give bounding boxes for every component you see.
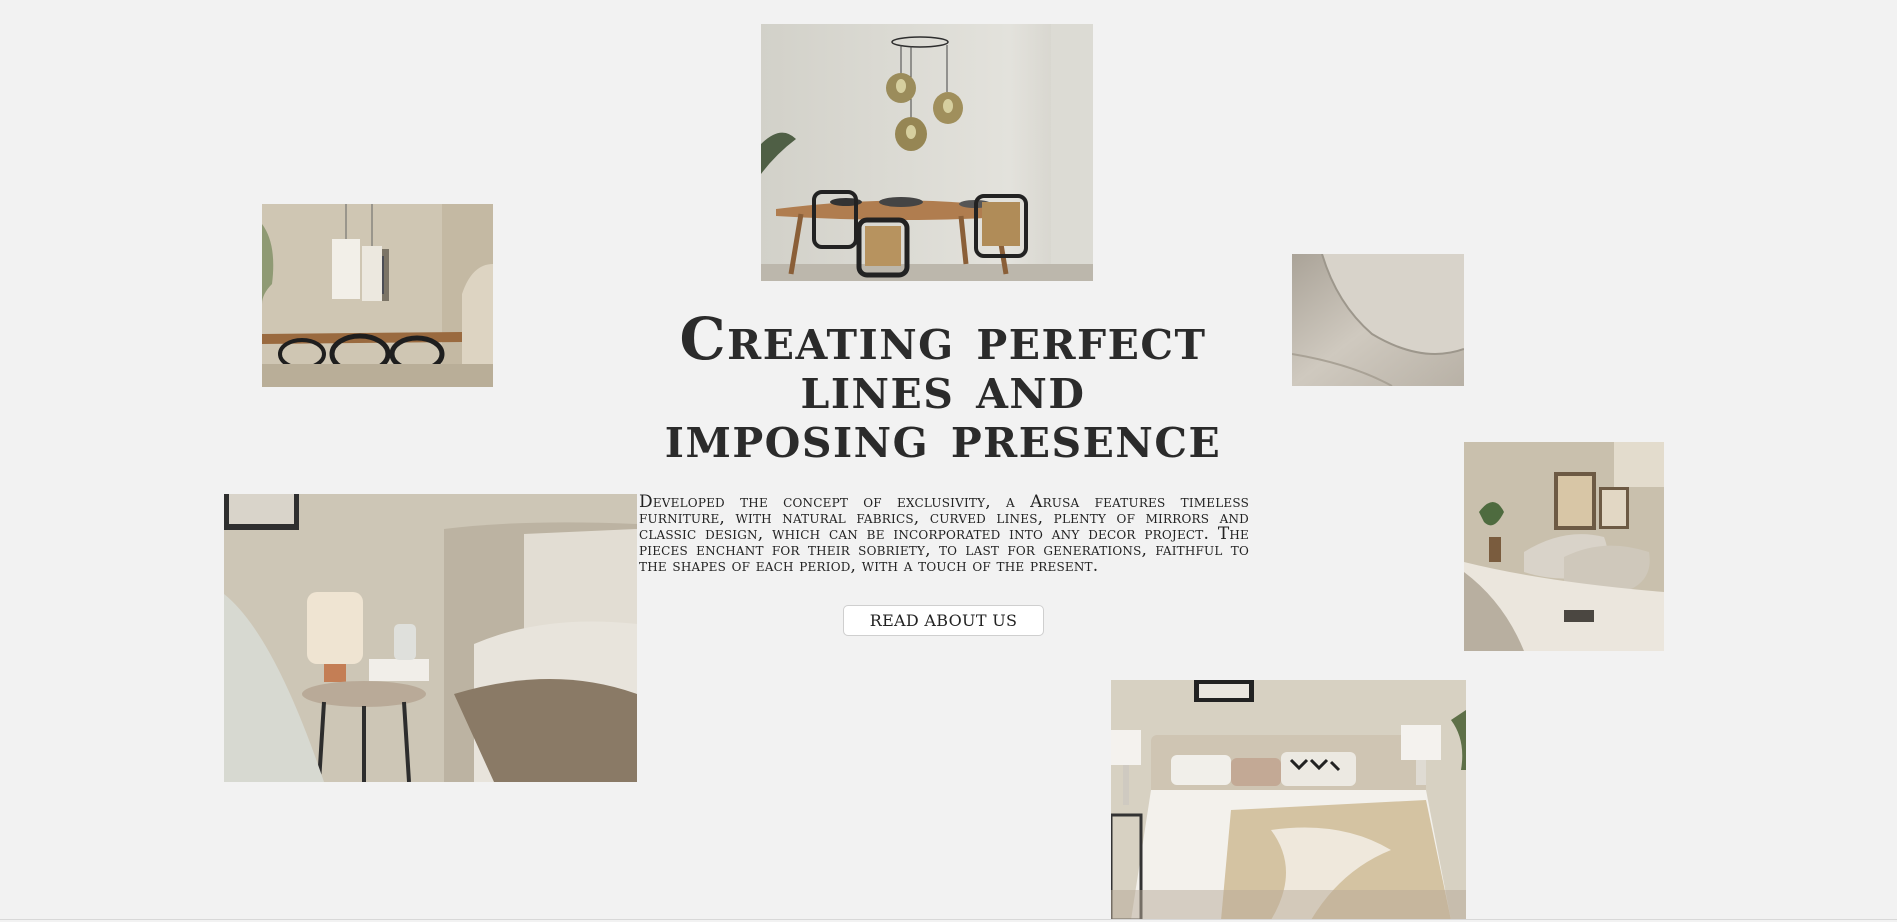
bedside-lamp-photo	[224, 494, 637, 782]
read-about-us-button[interactable]: READ ABOUT US	[843, 605, 1044, 636]
headline-line-3: imposing presence	[664, 403, 1222, 471]
hero-headline: Creating perfect lines and imposing pres…	[630, 310, 1256, 466]
dining-room-photo-top	[761, 24, 1093, 281]
bed-with-throw-photo	[1111, 680, 1466, 920]
hero-description: Developed the concept of exclusivity, a …	[639, 492, 1249, 576]
linen-pillow-photo	[1292, 254, 1464, 386]
bedroom-art-photo	[1464, 442, 1664, 651]
page-bottom-divider	[0, 919, 1897, 920]
dining-room-photo-left	[262, 204, 493, 387]
